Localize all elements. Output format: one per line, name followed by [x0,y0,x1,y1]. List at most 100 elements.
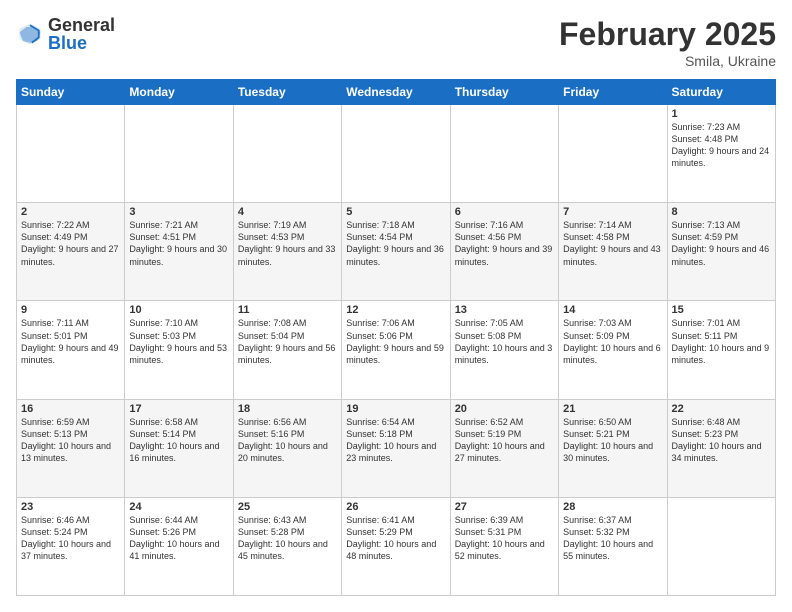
day-info: Sunrise: 7:21 AMSunset: 4:51 PMDaylight:… [129,219,228,268]
day-info: Sunrise: 6:41 AMSunset: 5:29 PMDaylight:… [346,514,445,563]
day-info: Sunrise: 7:22 AMSunset: 4:49 PMDaylight:… [21,219,120,268]
day-number: 5 [346,206,445,218]
day-number: 3 [129,206,228,218]
day-number: 2 [21,206,120,218]
table-row: 7Sunrise: 7:14 AMSunset: 4:58 PMDaylight… [559,203,667,301]
day-number: 4 [238,206,337,218]
table-row: 23Sunrise: 6:46 AMSunset: 5:24 PMDayligh… [17,497,125,595]
day-info: Sunrise: 7:06 AMSunset: 5:06 PMDaylight:… [346,317,445,366]
table-row: 18Sunrise: 6:56 AMSunset: 5:16 PMDayligh… [233,399,341,497]
table-row [450,105,558,203]
table-row: 22Sunrise: 6:48 AMSunset: 5:23 PMDayligh… [667,399,775,497]
day-number: 8 [672,206,771,218]
day-number: 23 [21,501,120,513]
day-info: Sunrise: 6:50 AMSunset: 5:21 PMDaylight:… [563,416,662,465]
table-row [125,105,233,203]
day-number: 10 [129,304,228,316]
day-number: 7 [563,206,662,218]
location: Smila, Ukraine [559,53,776,69]
day-number: 13 [455,304,554,316]
table-row: 27Sunrise: 6:39 AMSunset: 5:31 PMDayligh… [450,497,558,595]
col-tuesday: Tuesday [233,80,341,105]
table-row: 15Sunrise: 7:01 AMSunset: 5:11 PMDayligh… [667,301,775,399]
day-info: Sunrise: 6:56 AMSunset: 5:16 PMDaylight:… [238,416,337,465]
logo-text: General Blue [48,16,115,52]
table-row: 13Sunrise: 7:05 AMSunset: 5:08 PMDayligh… [450,301,558,399]
day-info: Sunrise: 7:01 AMSunset: 5:11 PMDaylight:… [672,317,771,366]
table-row [559,105,667,203]
day-number: 26 [346,501,445,513]
day-number: 17 [129,403,228,415]
table-row: 28Sunrise: 6:37 AMSunset: 5:32 PMDayligh… [559,497,667,595]
month-title: February 2025 [559,16,776,53]
day-number: 21 [563,403,662,415]
calendar-table: Sunday Monday Tuesday Wednesday Thursday… [16,79,776,596]
table-row: 11Sunrise: 7:08 AMSunset: 5:04 PMDayligh… [233,301,341,399]
day-number: 12 [346,304,445,316]
day-info: Sunrise: 7:14 AMSunset: 4:58 PMDaylight:… [563,219,662,268]
table-row: 5Sunrise: 7:18 AMSunset: 4:54 PMDaylight… [342,203,450,301]
day-info: Sunrise: 7:10 AMSunset: 5:03 PMDaylight:… [129,317,228,366]
day-info: Sunrise: 6:52 AMSunset: 5:19 PMDaylight:… [455,416,554,465]
calendar-week-row: 1Sunrise: 7:23 AMSunset: 4:48 PMDaylight… [17,105,776,203]
day-info: Sunrise: 7:13 AMSunset: 4:59 PMDaylight:… [672,219,771,268]
calendar-week-row: 23Sunrise: 6:46 AMSunset: 5:24 PMDayligh… [17,497,776,595]
day-number: 25 [238,501,337,513]
day-number: 28 [563,501,662,513]
day-number: 27 [455,501,554,513]
day-number: 18 [238,403,337,415]
day-number: 20 [455,403,554,415]
table-row [667,497,775,595]
day-number: 9 [21,304,120,316]
day-info: Sunrise: 7:08 AMSunset: 5:04 PMDaylight:… [238,317,337,366]
day-info: Sunrise: 6:44 AMSunset: 5:26 PMDaylight:… [129,514,228,563]
title-block: February 2025 Smila, Ukraine [559,16,776,69]
table-row: 17Sunrise: 6:58 AMSunset: 5:14 PMDayligh… [125,399,233,497]
calendar-week-row: 9Sunrise: 7:11 AMSunset: 5:01 PMDaylight… [17,301,776,399]
table-row [342,105,450,203]
day-info: Sunrise: 7:16 AMSunset: 4:56 PMDaylight:… [455,219,554,268]
day-info: Sunrise: 6:46 AMSunset: 5:24 PMDaylight:… [21,514,120,563]
calendar-week-row: 16Sunrise: 6:59 AMSunset: 5:13 PMDayligh… [17,399,776,497]
day-info: Sunrise: 6:37 AMSunset: 5:32 PMDaylight:… [563,514,662,563]
table-row: 14Sunrise: 7:03 AMSunset: 5:09 PMDayligh… [559,301,667,399]
day-info: Sunrise: 7:11 AMSunset: 5:01 PMDaylight:… [21,317,120,366]
day-info: Sunrise: 7:03 AMSunset: 5:09 PMDaylight:… [563,317,662,366]
table-row: 19Sunrise: 6:54 AMSunset: 5:18 PMDayligh… [342,399,450,497]
day-number: 16 [21,403,120,415]
day-info: Sunrise: 7:19 AMSunset: 4:53 PMDaylight:… [238,219,337,268]
day-number: 15 [672,304,771,316]
day-info: Sunrise: 6:39 AMSunset: 5:31 PMDaylight:… [455,514,554,563]
day-info: Sunrise: 7:18 AMSunset: 4:54 PMDaylight:… [346,219,445,268]
page: General Blue February 2025 Smila, Ukrain… [0,0,792,612]
table-row: 3Sunrise: 7:21 AMSunset: 4:51 PMDaylight… [125,203,233,301]
table-row: 1Sunrise: 7:23 AMSunset: 4:48 PMDaylight… [667,105,775,203]
table-row: 2Sunrise: 7:22 AMSunset: 4:49 PMDaylight… [17,203,125,301]
table-row: 16Sunrise: 6:59 AMSunset: 5:13 PMDayligh… [17,399,125,497]
table-row: 9Sunrise: 7:11 AMSunset: 5:01 PMDaylight… [17,301,125,399]
day-number: 1 [672,108,771,120]
day-number: 6 [455,206,554,218]
day-number: 19 [346,403,445,415]
day-info: Sunrise: 6:58 AMSunset: 5:14 PMDaylight:… [129,416,228,465]
col-friday: Friday [559,80,667,105]
table-row: 26Sunrise: 6:41 AMSunset: 5:29 PMDayligh… [342,497,450,595]
col-monday: Monday [125,80,233,105]
day-info: Sunrise: 6:48 AMSunset: 5:23 PMDaylight:… [672,416,771,465]
day-info: Sunrise: 7:05 AMSunset: 5:08 PMDaylight:… [455,317,554,366]
logo-icon [16,20,44,48]
table-row: 25Sunrise: 6:43 AMSunset: 5:28 PMDayligh… [233,497,341,595]
table-row: 24Sunrise: 6:44 AMSunset: 5:26 PMDayligh… [125,497,233,595]
table-row: 12Sunrise: 7:06 AMSunset: 5:06 PMDayligh… [342,301,450,399]
table-row: 21Sunrise: 6:50 AMSunset: 5:21 PMDayligh… [559,399,667,497]
col-sunday: Sunday [17,80,125,105]
day-number: 24 [129,501,228,513]
day-number: 11 [238,304,337,316]
table-row [233,105,341,203]
col-saturday: Saturday [667,80,775,105]
col-thursday: Thursday [450,80,558,105]
logo-blue: Blue [48,34,115,52]
table-row: 20Sunrise: 6:52 AMSunset: 5:19 PMDayligh… [450,399,558,497]
table-row: 10Sunrise: 7:10 AMSunset: 5:03 PMDayligh… [125,301,233,399]
table-row: 8Sunrise: 7:13 AMSunset: 4:59 PMDaylight… [667,203,775,301]
